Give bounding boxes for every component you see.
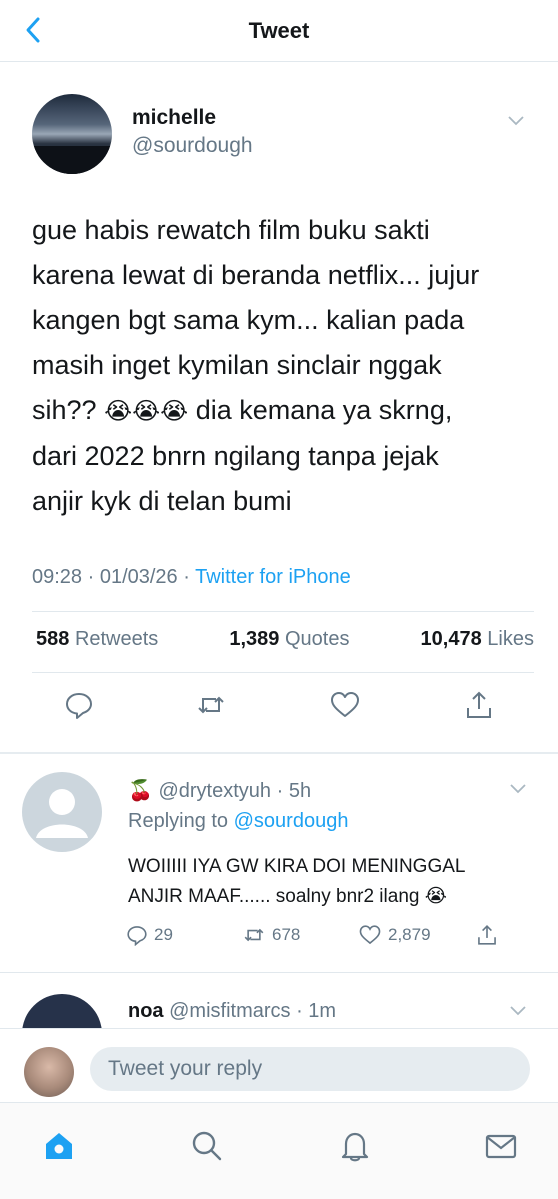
bottom-tab-bar: [0, 1102, 558, 1199]
retweets-count: 588: [36, 628, 70, 650]
like-icon[interactable]: [330, 690, 360, 720]
tweet-text: gue habis rewatch film buku sakti karena…: [32, 208, 540, 524]
quotes-label: Quotes: [285, 628, 350, 650]
tweet-meta: 09:28 · 01/03/26 · Twitter for iPhone: [32, 566, 351, 589]
divider: [0, 972, 558, 973]
retweets-label: Retweets: [74, 628, 159, 650]
divider: [32, 611, 534, 612]
section-divider: [0, 752, 558, 754]
avatar[interactable]: [22, 994, 102, 1028]
reply-handle[interactable]: @drytextyuh: [158, 780, 271, 802]
tweet-text-line: kangen bgt sama kym... kalian pada: [32, 305, 465, 335]
home-icon[interactable]: [42, 1129, 76, 1163]
like-icon: [359, 925, 381, 945]
reply-like-button[interactable]: 2,879: [358, 924, 431, 946]
user-avatar[interactable]: [24, 1047, 74, 1097]
reply-tweet[interactable]: 🍒 @drytextyuh · 5h Replying to @sourdoug…: [0, 772, 558, 962]
reply-retweet-button[interactable]: 678: [242, 924, 300, 946]
tweet-actions: [0, 690, 558, 730]
default-avatar-icon: [36, 789, 88, 838]
mention-link[interactable]: @sourdough: [234, 810, 349, 832]
reply-handle[interactable]: @misfitmarcs · 1m: [164, 1000, 336, 1022]
chevron-down-icon[interactable]: [510, 1006, 526, 1016]
reply-header: 🍒 @drytextyuh · 5h: [128, 778, 311, 803]
quotes-stat[interactable]: 1,389 Quotes: [229, 628, 349, 651]
reply-text: WOIIIII IYA GW KIRA DOI MENINGGAL ANJIR …: [128, 852, 528, 912]
page-title: Tweet: [248, 18, 310, 43]
tweet-text-line: anjir kyk di telan bumi: [32, 486, 292, 516]
chevron-down-icon[interactable]: [508, 116, 524, 126]
avatar[interactable]: [22, 772, 102, 852]
replying-label: Replying to: [128, 810, 234, 832]
tweet-text-line: dari 2022 bnrn ngilang tanpa jejak: [32, 441, 439, 471]
top-bar: Tweet: [0, 0, 558, 62]
cherry-emoji: 🍒: [128, 780, 153, 802]
author-handle[interactable]: @sourdough: [132, 134, 253, 158]
retweet-icon: [244, 928, 264, 942]
quotes-count: 1,389: [229, 628, 280, 650]
retweet-icon[interactable]: [196, 690, 226, 720]
tweet-text-line: gue habis rewatch film buku sakti: [32, 215, 430, 245]
messages-icon[interactable]: [484, 1129, 518, 1163]
likes-label: Likes: [487, 628, 534, 650]
author-avatar[interactable]: [32, 94, 112, 174]
crying-emoji: 😭😭😭: [104, 398, 189, 425]
reply-input[interactable]: [90, 1047, 530, 1091]
reply-reply-button[interactable]: 29: [126, 924, 173, 946]
divider: [32, 672, 534, 673]
tweet-text-line: masih inget kymilan sinclair nggak: [32, 350, 442, 380]
tweet-text-part: sih??: [32, 395, 105, 425]
retweets-stat[interactable]: 588 Retweets: [36, 628, 158, 651]
search-icon[interactable]: [190, 1129, 224, 1163]
reply-text-line: ANJIR MAAF...... soalny bnr2 ilang 😭: [128, 886, 447, 907]
reply-icon: [127, 926, 147, 946]
reply-count: 29: [154, 925, 173, 944]
reply-share-button[interactable]: [476, 924, 498, 946]
reply-author-name[interactable]: noa: [128, 1000, 164, 1022]
tweet-author: michelle @sourdough: [32, 94, 538, 174]
tweet-timestamp: 09:28 · 01/03/26 ·: [32, 566, 196, 588]
notifications-icon[interactable]: [338, 1129, 372, 1163]
retweet-count: 678: [272, 925, 301, 944]
reply-tweet[interactable]: noa @misfitmarcs · 1m: [0, 994, 558, 1028]
reply-header: noa @misfitmarcs · 1m: [128, 1000, 336, 1023]
reply-actions: 29 678 2,879: [126, 924, 506, 950]
author-name[interactable]: michelle: [132, 106, 216, 130]
likes-count: 10,478: [420, 628, 482, 650]
tweet-stats: 588 Retweets 1,389 Quotes 10,478 Likes: [36, 628, 534, 651]
chevron-down-icon[interactable]: [510, 784, 526, 794]
reply-composer: [0, 1028, 558, 1102]
like-count: 2,879: [388, 925, 431, 944]
tweet-source-link[interactable]: Twitter for iPhone: [195, 566, 351, 588]
tweet-text-part: dia kemana ya skrng,: [188, 395, 453, 425]
tweet-text-line: sih?? 😭😭😭 dia kemana ya skrng,: [32, 388, 540, 434]
reply-icon[interactable]: [64, 690, 94, 720]
reply-text-line: WOIIIII IYA GW KIRA DOI MENINGGAL: [128, 856, 466, 877]
tweet-text-line: karena lewat di beranda netflix... jujur: [32, 260, 480, 290]
share-icon[interactable]: [464, 690, 494, 720]
replying-to: Replying to @sourdough: [128, 810, 348, 833]
reply-time: · 5h: [271, 780, 312, 802]
likes-stat[interactable]: 10,478 Likes: [421, 628, 534, 651]
share-icon: [478, 925, 496, 945]
